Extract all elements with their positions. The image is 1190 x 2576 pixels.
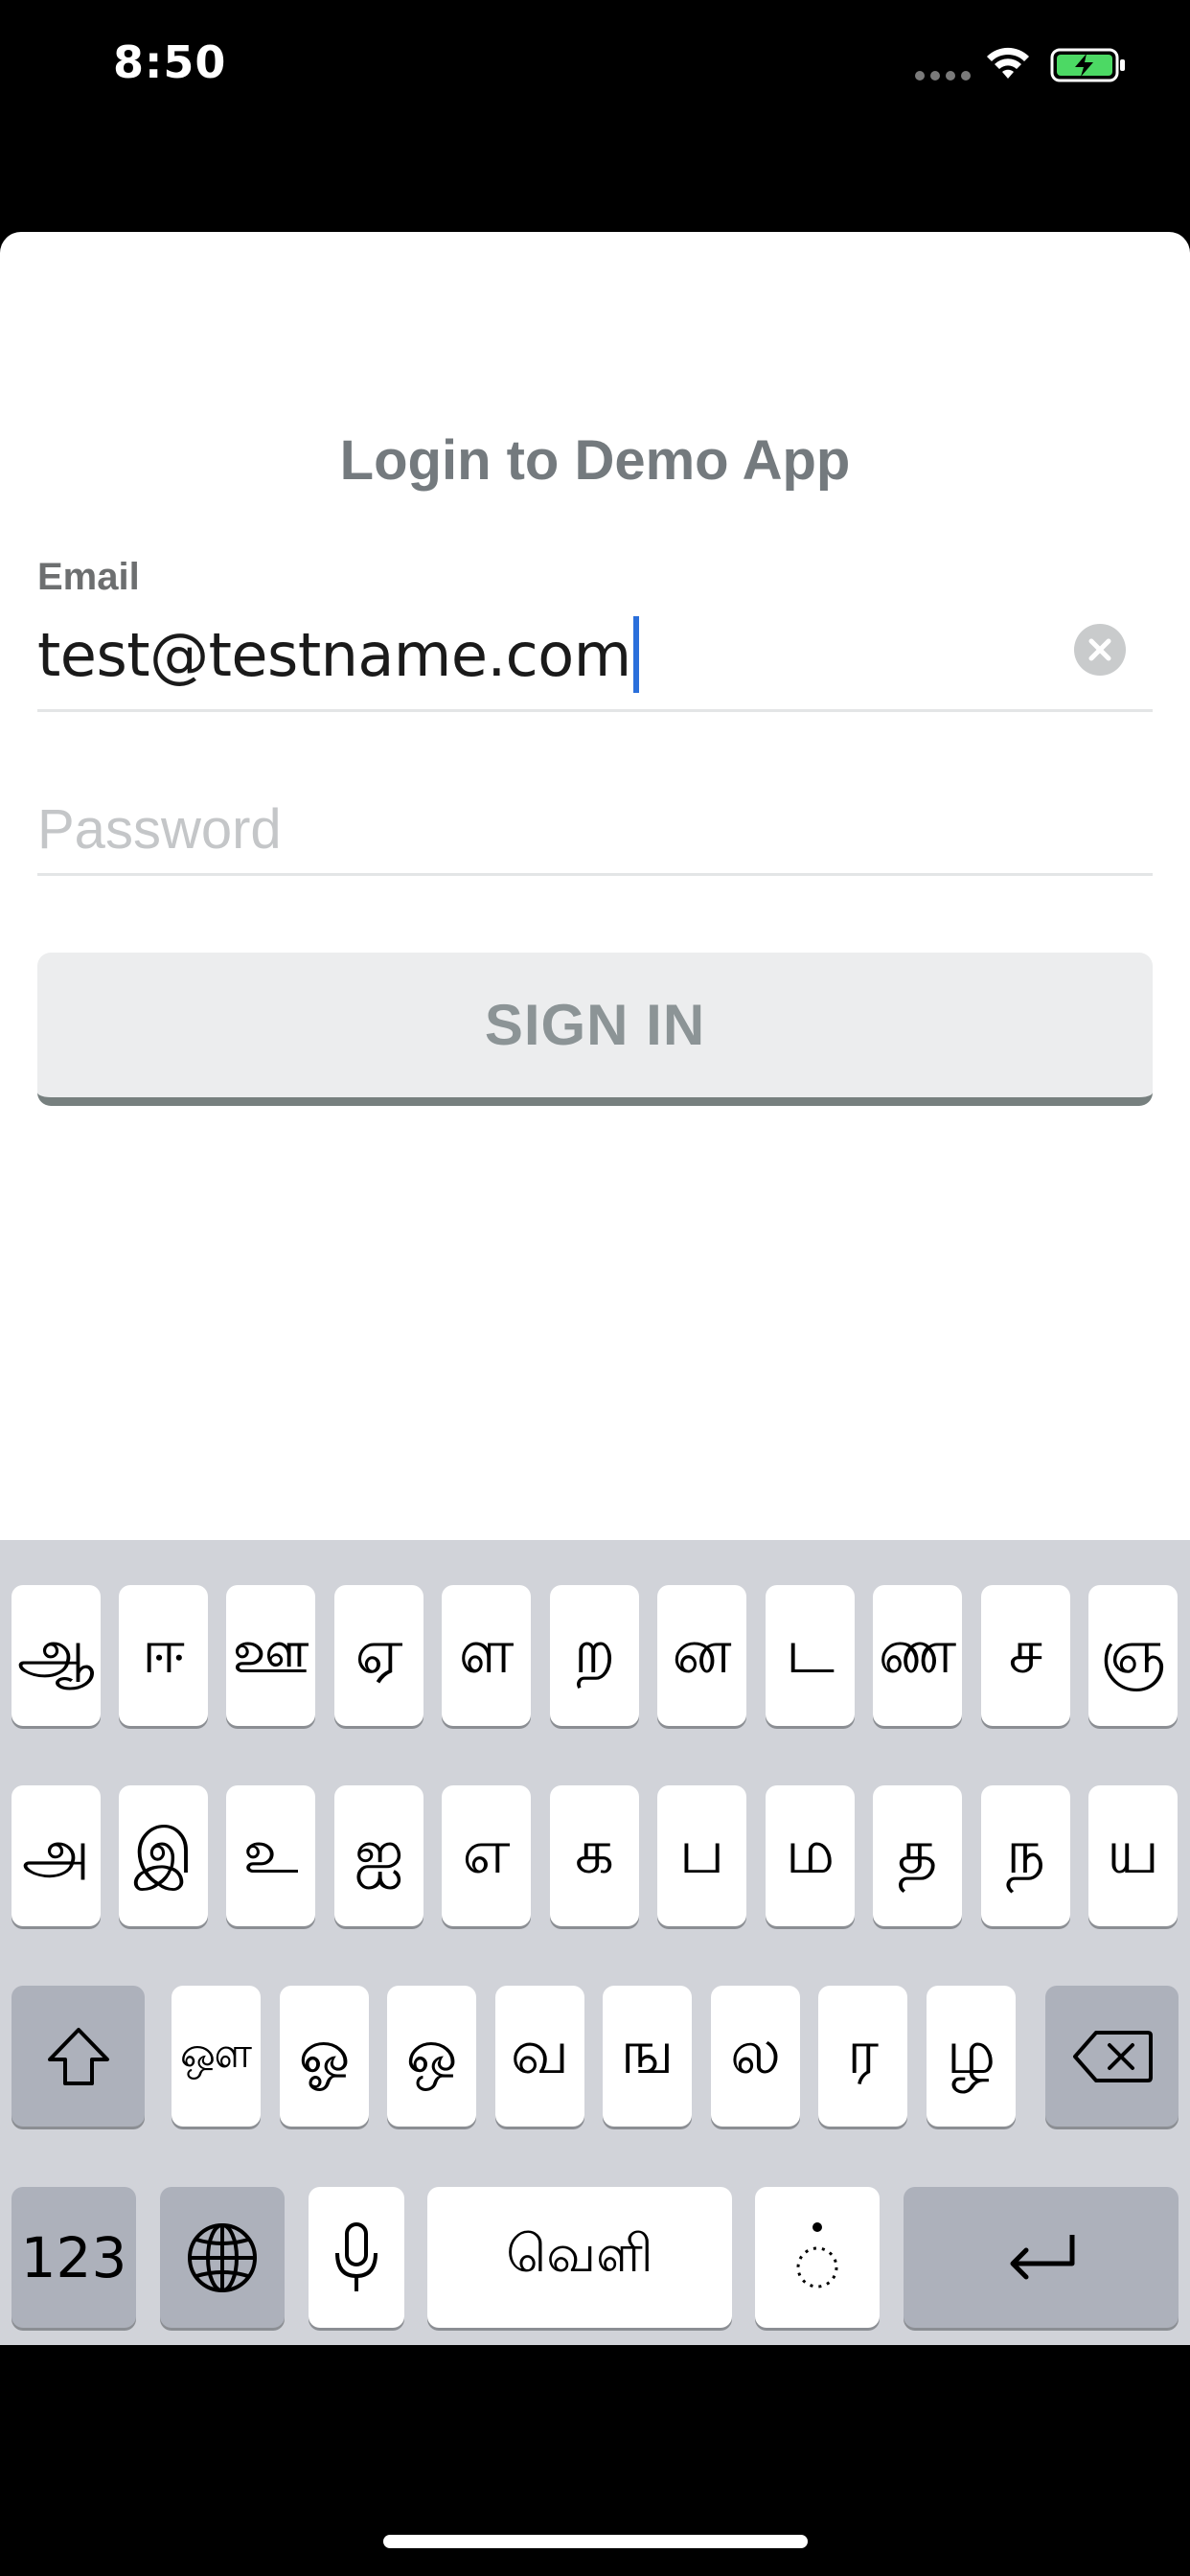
- backspace-key[interactable]: [1045, 1986, 1179, 2127]
- email-input-value[interactable]: test@testname.com: [37, 615, 639, 693]
- key[interactable]: ச: [981, 1585, 1070, 1726]
- key[interactable]: ப: [657, 1785, 746, 1926]
- key[interactable]: ள: [442, 1585, 531, 1726]
- key[interactable]: ங: [603, 1986, 692, 2127]
- battery-charging-icon: [1050, 48, 1125, 82]
- text-cursor: [632, 615, 639, 693]
- shift-key[interactable]: [11, 1986, 145, 2127]
- dictation-key[interactable]: [309, 2187, 404, 2328]
- numbers-key[interactable]: 123: [11, 2187, 136, 2328]
- key[interactable]: ர: [818, 1986, 907, 2127]
- key[interactable]: ட: [766, 1585, 855, 1726]
- key[interactable]: த: [873, 1785, 962, 1926]
- return-key[interactable]: [904, 2187, 1179, 2328]
- dotted-circle-icon: [796, 2221, 838, 2288]
- key[interactable]: வ: [495, 1986, 584, 2127]
- email-field[interactable]: test@testname.com: [37, 599, 1153, 712]
- backspace-icon: [1072, 2030, 1153, 2082]
- email-label: Email: [37, 556, 140, 598]
- key[interactable]: ஐ: [334, 1785, 423, 1926]
- key[interactable]: அ: [11, 1785, 101, 1926]
- key[interactable]: ஔ: [172, 1986, 261, 2127]
- key[interactable]: ஏ: [334, 1585, 423, 1726]
- status-time: 8:50: [113, 36, 227, 88]
- key[interactable]: இ: [119, 1785, 208, 1926]
- key[interactable]: ஈ: [119, 1585, 208, 1726]
- microphone-icon: [335, 2221, 378, 2291]
- key[interactable]: ய: [1088, 1785, 1178, 1926]
- key[interactable]: ஆ: [11, 1585, 101, 1726]
- signal-dots-icon: [915, 71, 971, 80]
- key[interactable]: ண: [873, 1585, 962, 1726]
- vowel-sign-key[interactable]: [755, 2187, 880, 2328]
- globe-key[interactable]: [160, 2187, 285, 2328]
- key[interactable]: ஓ: [280, 1986, 369, 2127]
- password-placeholder: Password: [37, 798, 282, 861]
- key[interactable]: ஞ: [1088, 1585, 1178, 1726]
- return-icon: [1010, 2234, 1074, 2279]
- sign-in-button[interactable]: SIGN IN: [37, 953, 1153, 1106]
- globe-icon: [188, 2222, 257, 2292]
- key[interactable]: க: [550, 1785, 639, 1926]
- email-text: test@testname.com: [37, 620, 631, 690]
- shift-icon: [47, 2027, 109, 2085]
- password-field[interactable]: Password: [37, 764, 1153, 876]
- keyboard: ஆ ஈ ஊ ஏ ள ற ன ட ண ச ஞ அ இ உ ஐ எ க ப ம த …: [0, 1540, 1190, 2345]
- sign-in-label: SIGN IN: [484, 993, 706, 1057]
- status-bar: 8:50: [0, 0, 1190, 134]
- page-title: Login to Demo App: [339, 429, 851, 492]
- key[interactable]: ஊ: [226, 1585, 315, 1726]
- key[interactable]: உ: [226, 1785, 315, 1926]
- space-key[interactable]: வெளி: [427, 2187, 732, 2328]
- wifi-icon: [987, 47, 1029, 79]
- clear-text-icon[interactable]: [1074, 624, 1126, 676]
- key[interactable]: ல: [711, 1986, 800, 2127]
- key[interactable]: ழ: [927, 1986, 1016, 2127]
- key[interactable]: எ: [442, 1785, 531, 1926]
- key[interactable]: ம: [766, 1785, 855, 1926]
- home-indicator[interactable]: [383, 2535, 808, 2548]
- key[interactable]: ன: [657, 1585, 746, 1726]
- key[interactable]: ந: [981, 1785, 1070, 1926]
- key[interactable]: ஒ: [387, 1986, 476, 2127]
- key[interactable]: ற: [550, 1585, 639, 1726]
